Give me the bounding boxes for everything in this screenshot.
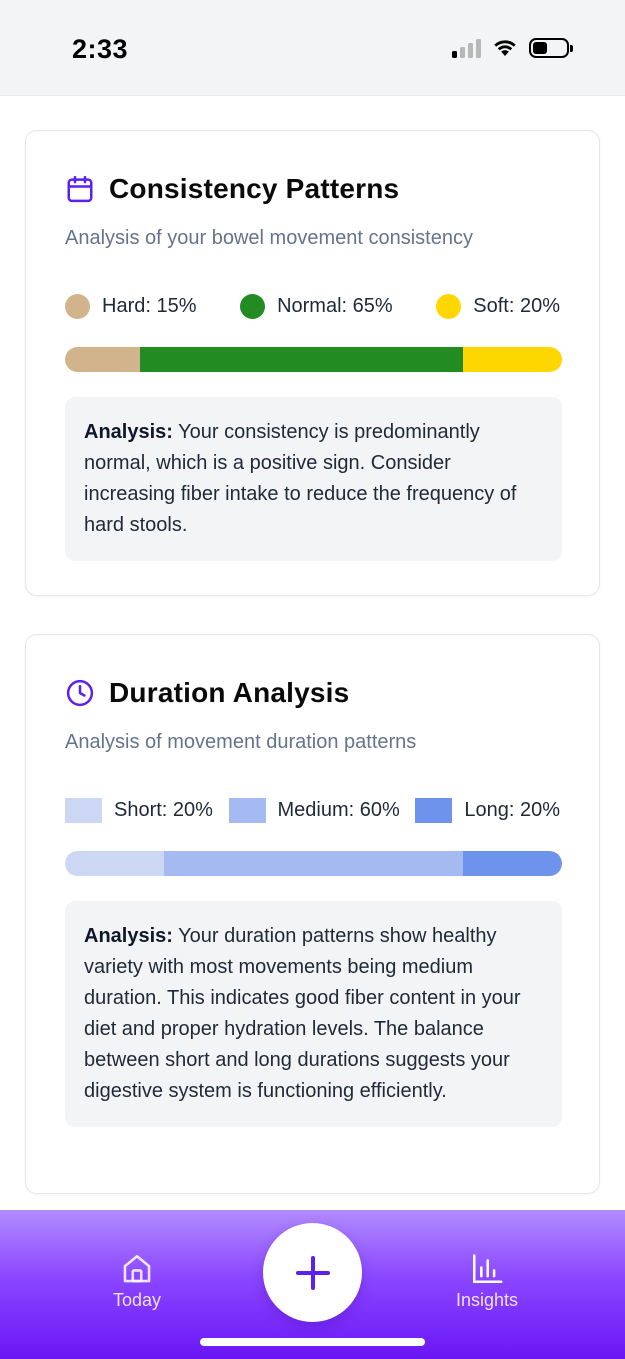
tab-today[interactable]: Today	[77, 1252, 197, 1311]
legend-label-hard: Hard: 15%	[102, 294, 197, 317]
legend-dot-soft	[436, 293, 462, 319]
legend-label-normal: Normal: 65%	[277, 294, 393, 317]
battery-icon	[529, 38, 573, 58]
home-icon	[123, 1254, 151, 1283]
status-bar: 2:33	[0, 0, 625, 96]
legend-swatch-medium	[228, 797, 266, 823]
cellular-signal-icon	[452, 38, 481, 58]
duration-title: Duration Analysis	[109, 677, 350, 708]
legend-dot-normal	[240, 293, 266, 319]
bar-segment-short	[65, 851, 165, 876]
status-icons	[452, 38, 573, 58]
legend-swatch-long	[415, 797, 453, 823]
legend-item-soft: Soft: 20%	[436, 293, 560, 319]
duration-header: Duration Analysis	[65, 677, 349, 709]
home-indicator	[200, 1338, 425, 1346]
bar-segment-medium	[164, 851, 463, 876]
duration-card: Duration Analysis Analysis of movement d…	[25, 634, 600, 1194]
consistency-analysis: Analysis: Your consistency is predominan…	[65, 397, 562, 561]
consistency-card: Consistency Patterns Analysis of your bo…	[25, 130, 600, 596]
duration-distribution-bar	[65, 851, 562, 876]
analysis-label: Analysis:	[84, 925, 173, 947]
legend-dot-hard	[65, 293, 90, 319]
bar-segment-hard	[65, 347, 140, 372]
plus-icon	[295, 1255, 330, 1290]
bar-segment-soft	[462, 347, 562, 372]
legend-item-short: Short: 20%	[65, 797, 213, 823]
legend-item-normal: Normal: 65%	[240, 293, 393, 319]
bar-chart-icon	[472, 1254, 503, 1284]
legend-label-short: Short: 20%	[114, 798, 213, 821]
status-time: 2:33	[72, 34, 129, 64]
legend-label-soft: Soft: 20%	[473, 294, 560, 317]
legend-item-hard: Hard: 15%	[65, 293, 197, 319]
analysis-text: Your duration patterns show healthy vari…	[84, 925, 521, 1102]
legend-label-medium: Medium: 60%	[277, 798, 400, 821]
add-entry-button[interactable]	[263, 1223, 362, 1322]
consistency-header: Consistency Patterns	[65, 173, 399, 205]
calendar-icon	[67, 175, 93, 203]
tab-insights-label: Insights	[455, 1290, 519, 1310]
tab-today-label: Today	[112, 1290, 162, 1310]
bottom-tab-bar: Today Insights	[0, 1210, 625, 1359]
duration-subtitle: Analysis of movement duration patterns	[65, 731, 417, 753]
clock-icon	[66, 679, 94, 707]
legend-swatch-short	[65, 797, 102, 823]
bar-segment-normal	[139, 347, 463, 372]
consistency-subtitle: Analysis of your bowel movement consiste…	[65, 227, 473, 249]
duration-legend: Short: 20% Medium: 60% Long: 20%	[65, 793, 560, 827]
consistency-legend: Hard: 15% Normal: 65% Soft: 20%	[65, 289, 560, 323]
bar-segment-long	[462, 851, 562, 876]
tab-insights[interactable]: Insights	[427, 1252, 547, 1311]
duration-analysis: Analysis: Your duration patterns show he…	[65, 901, 562, 1127]
consistency-distribution-bar	[65, 347, 562, 372]
consistency-title: Consistency Patterns	[109, 173, 400, 204]
wifi-icon	[494, 40, 516, 56]
legend-item-medium: Medium: 60%	[228, 797, 400, 823]
analysis-label: Analysis:	[84, 421, 173, 443]
legend-item-long: Long: 20%	[415, 797, 560, 823]
legend-label-long: Long: 20%	[464, 798, 560, 821]
